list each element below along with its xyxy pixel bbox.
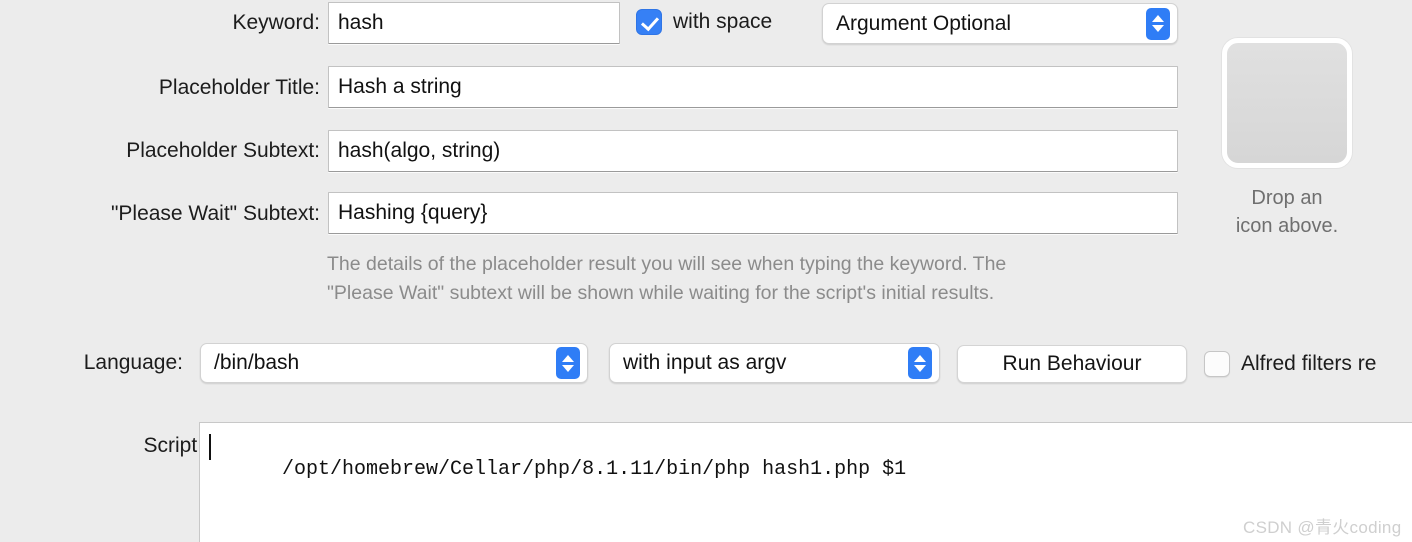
script-code-line: /opt/homebrew/Cellar/php/8.1.11/bin/php …	[200, 423, 1412, 504]
language-label: Language:	[84, 352, 183, 373]
with-space-checkbox-row[interactable]: with space	[636, 9, 772, 35]
script-label: Script:	[143, 435, 203, 456]
script-code-text: /opt/homebrew/Cellar/php/8.1.11/bin/php …	[282, 458, 906, 481]
run-behaviour-button[interactable]: Run Behaviour	[957, 345, 1187, 383]
argument-mode-select[interactable]: Argument Optional	[822, 3, 1178, 44]
placeholder-help-text: The details of the placeholder result yo…	[327, 250, 1177, 308]
input-mode-select-value: with input as argv	[623, 351, 786, 375]
language-select[interactable]: /bin/bash	[200, 343, 588, 383]
chevron-up-down-icon[interactable]	[556, 347, 580, 379]
with-space-label: with space	[673, 10, 772, 34]
checkbox-checked-icon[interactable]	[636, 9, 662, 35]
placeholder-title-label: Placeholder Title:	[159, 77, 320, 98]
checkbox-unchecked-icon[interactable]	[1204, 351, 1230, 377]
language-select-value: /bin/bash	[214, 351, 299, 375]
placeholder-title-input[interactable]: Hash a string	[328, 66, 1178, 108]
script-filter-config-panel: Keyword: hash with space Argument Option…	[0, 0, 1412, 542]
icon-drop-caption: Drop an icon above.	[1236, 184, 1338, 240]
please-wait-subtext-label: "Please Wait" Subtext:	[111, 203, 320, 224]
chevron-up-down-icon[interactable]	[1146, 8, 1170, 40]
icon-drop-area[interactable]: Drop an icon above.	[1222, 38, 1352, 240]
keyword-input[interactable]: hash	[328, 2, 620, 44]
icon-drop-well[interactable]	[1222, 38, 1352, 168]
chevron-up-down-icon[interactable]	[908, 347, 932, 379]
alfred-filters-checkbox-row[interactable]: Alfred filters re	[1204, 351, 1376, 377]
text-caret-icon	[209, 434, 211, 460]
script-textarea[interactable]: /opt/homebrew/Cellar/php/8.1.11/bin/php …	[199, 422, 1412, 542]
keyword-label: Keyword:	[232, 12, 320, 33]
input-mode-select[interactable]: with input as argv	[609, 343, 940, 383]
please-wait-subtext-input[interactable]: Hashing {query}	[328, 192, 1178, 234]
placeholder-subtext-input[interactable]: hash(algo, string)	[328, 130, 1178, 172]
placeholder-subtext-label: Placeholder Subtext:	[126, 140, 320, 161]
alfred-filters-label: Alfred filters re	[1241, 352, 1376, 376]
argument-mode-value: Argument Optional	[836, 12, 1011, 36]
watermark: CSDN @青火coding	[1243, 513, 1401, 538]
